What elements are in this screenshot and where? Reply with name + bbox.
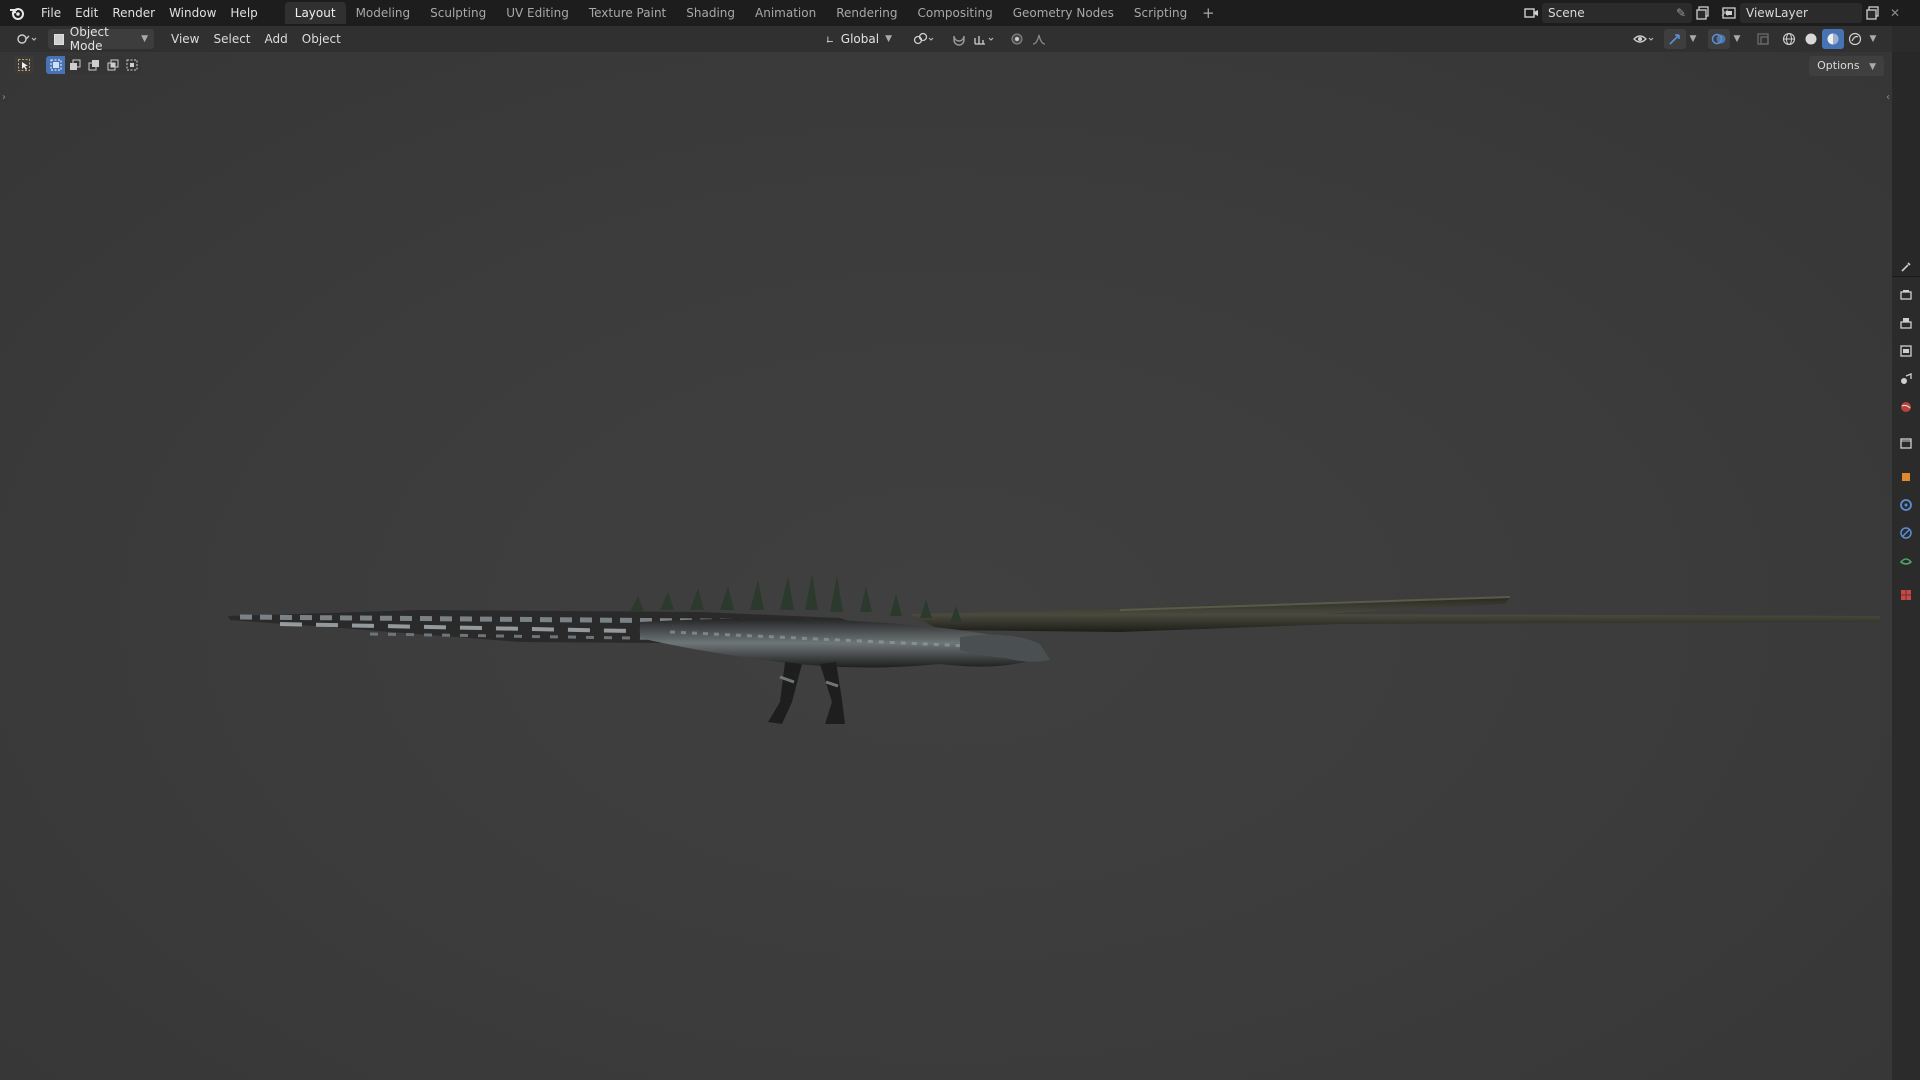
overlay-dropdown-icon[interactable]: ▼ bbox=[1730, 29, 1744, 49]
dragon-model[interactable] bbox=[220, 552, 1900, 752]
physics-properties-icon[interactable] bbox=[1895, 522, 1917, 544]
menu-window[interactable]: Window bbox=[162, 0, 223, 26]
menu-render[interactable]: Render bbox=[105, 0, 162, 26]
options-label: Options bbox=[1817, 59, 1860, 72]
menu-object[interactable]: Object bbox=[295, 26, 348, 52]
transform-orientation-dropdown[interactable]: Global ▼ bbox=[820, 29, 898, 49]
scene-selector: Scene ✎ ✕ bbox=[1520, 2, 1736, 24]
tab-compositing[interactable]: Compositing bbox=[907, 2, 1002, 24]
transform-orientation-label: Global bbox=[840, 32, 880, 46]
material-properties-icon[interactable] bbox=[1895, 584, 1917, 606]
tab-geometry-nodes[interactable]: Geometry Nodes bbox=[1003, 2, 1124, 24]
chevron-down-icon: ▼ bbox=[1869, 62, 1876, 72]
tab-modeling[interactable]: Modeling bbox=[346, 2, 421, 24]
tool-properties-icon[interactable] bbox=[1895, 256, 1917, 278]
viewlayer-icon[interactable] bbox=[1718, 3, 1740, 23]
solid-shading-icon[interactable] bbox=[1800, 29, 1822, 49]
delete-viewlayer-icon[interactable]: ✕ bbox=[1884, 3, 1906, 23]
pin-icon[interactable]: ✎ bbox=[1676, 6, 1686, 20]
shading-dropdown-icon[interactable]: ▼ bbox=[1866, 29, 1880, 49]
wireframe-shading-icon[interactable] bbox=[1778, 29, 1800, 49]
object-mode-dropdown[interactable]: Object Mode ▼ bbox=[48, 25, 154, 53]
modifier-properties-icon[interactable] bbox=[1895, 494, 1917, 516]
active-tool-icon[interactable] bbox=[14, 56, 34, 74]
gizmo-icon[interactable] bbox=[1664, 29, 1686, 49]
workspace-tabs: Layout Modeling Sculpting UV Editing Tex… bbox=[284, 0, 1220, 26]
object-data-properties-icon[interactable] bbox=[1895, 550, 1917, 572]
view-layer-properties-icon[interactable] bbox=[1895, 340, 1917, 362]
gizmo-dropdown-icon[interactable]: ▼ bbox=[1686, 29, 1700, 49]
tab-scripting[interactable]: Scripting bbox=[1124, 2, 1197, 24]
select-box-icon[interactable] bbox=[46, 56, 65, 74]
scene-name: Scene bbox=[1548, 6, 1585, 20]
blender-logo-icon[interactable] bbox=[0, 0, 34, 26]
rendered-shading-icon[interactable] bbox=[1844, 29, 1866, 49]
output-properties-icon[interactable] bbox=[1895, 312, 1917, 334]
select-mode-group bbox=[46, 56, 141, 74]
viewlayer-name-field[interactable]: ViewLayer bbox=[1740, 3, 1862, 23]
new-viewlayer-icon[interactable] bbox=[1862, 3, 1884, 23]
overlay-icon[interactable] bbox=[1708, 29, 1730, 49]
tab-texture-paint[interactable]: Texture Paint bbox=[579, 2, 676, 24]
top-bar: File Edit Render Window Help Layout Mode… bbox=[0, 0, 1920, 26]
xray-icon[interactable] bbox=[1752, 29, 1774, 49]
viewport-header: Object Mode ▼ View Select Add Object Glo… bbox=[0, 25, 1892, 53]
new-scene-icon[interactable] bbox=[1692, 3, 1714, 23]
orientation-icon bbox=[826, 36, 833, 43]
menu-edit[interactable]: Edit bbox=[68, 0, 105, 26]
scene-icon[interactable] bbox=[1520, 3, 1542, 23]
collection-properties-icon[interactable] bbox=[1895, 432, 1917, 454]
tab-sculpting[interactable]: Sculpting bbox=[420, 2, 496, 24]
select-invert-icon[interactable] bbox=[103, 56, 122, 74]
menu-file[interactable]: File bbox=[34, 0, 68, 26]
proportional-icon[interactable] bbox=[1006, 29, 1028, 49]
menu-select[interactable]: Select bbox=[206, 26, 257, 52]
transform-controls: Global ▼ bbox=[820, 26, 1050, 52]
tab-uv-editing[interactable]: UV Editing bbox=[496, 2, 579, 24]
visibility-icon[interactable] bbox=[1630, 29, 1660, 49]
select-extend-icon[interactable] bbox=[65, 56, 84, 74]
sidebar-expand-icon[interactable]: ‹ bbox=[1886, 92, 1890, 103]
add-workspace-button[interactable]: + bbox=[1197, 4, 1219, 22]
viewlayer-name: ViewLayer bbox=[1746, 6, 1808, 20]
menu-view[interactable]: View bbox=[164, 26, 206, 52]
tool-settings-row bbox=[14, 56, 141, 74]
options-dropdown[interactable]: Options ▼ bbox=[1809, 56, 1884, 76]
world-properties-icon[interactable] bbox=[1895, 396, 1917, 418]
material-shading-icon[interactable] bbox=[1822, 29, 1844, 49]
tab-animation[interactable]: Animation bbox=[745, 2, 826, 24]
toolbar-expand-icon[interactable]: › bbox=[2, 92, 6, 103]
pivot-icon[interactable] bbox=[910, 29, 940, 49]
tab-shading[interactable]: Shading bbox=[676, 2, 745, 24]
chevron-down-icon: ▼ bbox=[885, 34, 892, 44]
editor-type-icon[interactable] bbox=[12, 29, 42, 49]
tab-layout[interactable]: Layout bbox=[284, 2, 346, 24]
viewport-display-controls: ▼ ▼ ▼ bbox=[1630, 26, 1880, 52]
object-mode-label: Object Mode bbox=[69, 25, 109, 53]
falloff-icon[interactable] bbox=[1028, 29, 1050, 49]
scene-name-field[interactable]: Scene ✎ bbox=[1542, 3, 1692, 23]
snap-icon[interactable] bbox=[948, 29, 970, 49]
outliner-panel-edge[interactable] bbox=[1892, 52, 1920, 277]
chevron-down-icon: ▼ bbox=[141, 34, 148, 44]
properties-tab-strip bbox=[1892, 26, 1920, 1080]
select-intersect-icon[interactable] bbox=[122, 56, 141, 74]
menu-help[interactable]: Help bbox=[223, 0, 264, 26]
snap-target-icon[interactable] bbox=[970, 29, 1000, 49]
main-menu: File Edit Render Window Help bbox=[34, 0, 265, 26]
menu-add[interactable]: Add bbox=[258, 26, 295, 52]
tab-rendering[interactable]: Rendering bbox=[826, 2, 907, 24]
render-properties-icon[interactable] bbox=[1895, 284, 1917, 306]
select-subtract-icon[interactable] bbox=[84, 56, 103, 74]
viewlayer-selector: ViewLayer ✕ bbox=[1718, 2, 1906, 24]
scene-properties-icon[interactable] bbox=[1895, 368, 1917, 390]
object-mode-icon bbox=[54, 33, 64, 45]
object-properties-icon[interactable] bbox=[1895, 466, 1917, 488]
3d-viewport[interactable]: Options ▼ › ‹ bbox=[0, 52, 1892, 1080]
